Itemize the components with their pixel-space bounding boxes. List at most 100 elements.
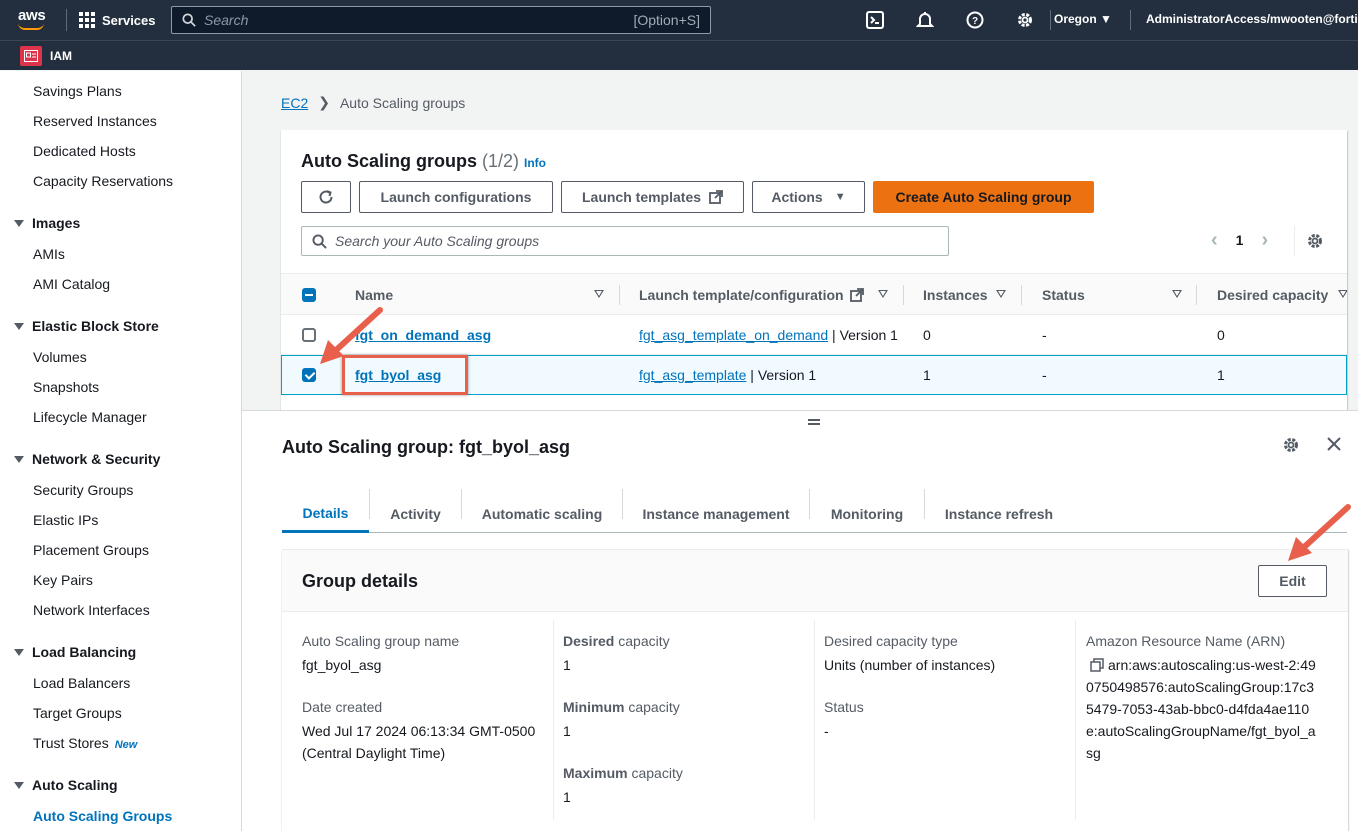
detail-title: Auto Scaling group: fgt_byol_asg xyxy=(282,437,571,457)
region-label: Oregon xyxy=(1054,12,1097,26)
launch-templates-button[interactable]: Launch templates xyxy=(561,181,744,213)
region-selector[interactable]: Oregon ▼ xyxy=(1054,12,1112,26)
sidebar-item-savings-plans[interactable]: Savings Plans xyxy=(33,83,122,99)
sidebar-item-label: Trust Stores xyxy=(33,735,109,751)
sidebar-item-load-balancers[interactable]: Load Balancers xyxy=(33,675,130,691)
help-button[interactable]: ? xyxy=(950,0,1000,40)
column-header-instances[interactable]: Instances xyxy=(923,287,988,303)
sidebar-item-reserved-instances[interactable]: Reserved Instances xyxy=(33,113,157,129)
breadcrumb-ec2-link[interactable]: EC2 xyxy=(281,95,308,111)
panel-title: Auto Scaling groups (1/2) xyxy=(301,151,520,171)
section-title: Elastic Block Store xyxy=(32,318,159,334)
chevron-left-icon[interactable]: ‹ xyxy=(1211,230,1218,250)
resize-handle[interactable] xyxy=(808,419,820,425)
refresh-button[interactable] xyxy=(301,181,351,213)
status-value: - xyxy=(824,723,829,739)
sidebar-item-capacity-reservations[interactable]: Capacity Reservations xyxy=(33,173,173,189)
arn-value: arn:aws:autoscaling:us-west-2:49 0750498… xyxy=(1086,657,1316,761)
column-header-status[interactable]: Status xyxy=(1042,287,1085,303)
help-icon: ? xyxy=(966,11,984,29)
group-details-container: Group details Edit Auto Scaling group na… xyxy=(282,549,1348,831)
caret-down-icon xyxy=(14,322,24,330)
sidebar-section-ebs[interactable]: Elastic Block Store xyxy=(14,318,159,334)
asg-search-input[interactable]: Search your Auto Scaling groups xyxy=(301,226,949,256)
breadcrumb-current: Auto Scaling groups xyxy=(339,94,466,111)
sort-icon[interactable] xyxy=(878,290,888,298)
sidebar-item-trust-stores[interactable]: Trust Stores New xyxy=(33,735,137,751)
column-header-name[interactable]: Name xyxy=(355,287,393,303)
sidebar-item-amis[interactable]: AMIs xyxy=(33,246,65,262)
close-split-panel-button[interactable] xyxy=(1326,436,1342,455)
notifications-button[interactable] xyxy=(900,0,950,40)
launch-template-link[interactable]: fgt_asg_template xyxy=(639,367,746,383)
sidebar-section-auto-scaling[interactable]: Auto Scaling xyxy=(14,777,118,793)
sidebar-item-elastic-ips[interactable]: Elastic IPs xyxy=(33,512,98,528)
pagination: ‹ 1 › xyxy=(1211,230,1268,250)
settings-button[interactable] xyxy=(1000,0,1050,40)
sidebar-item-auto-scaling-groups[interactable]: Auto Scaling Groups xyxy=(33,808,172,824)
sidebar-item-key-pairs[interactable]: Key Pairs xyxy=(33,572,93,588)
row-checkbox[interactable] xyxy=(302,368,316,382)
sidebar-item-dedicated-hosts[interactable]: Dedicated Hosts xyxy=(33,143,136,159)
date-created-value: Wed Jul 17 2024 06:13:34 GMT-0500 (Centra… xyxy=(302,723,536,761)
iam-favorite-link[interactable]: IAM xyxy=(50,49,72,63)
annotation-arrow-icon xyxy=(1288,504,1351,561)
cloudshell-button[interactable] xyxy=(850,0,900,40)
account-menu[interactable]: AdministratorAccess/mwooten@fortin xyxy=(1146,12,1358,26)
selection-count: (1/2) xyxy=(482,151,520,171)
sidebar-item-security-groups[interactable]: Security Groups xyxy=(33,482,133,498)
instances-cell: 1 xyxy=(923,367,931,383)
launch-configurations-button[interactable]: Launch configurations xyxy=(359,181,553,213)
split-panel-preferences-button[interactable] xyxy=(1282,436,1300,457)
favorites-bar: IAM xyxy=(0,40,1358,70)
create-auto-scaling-group-button[interactable]: Create Auto Scaling group xyxy=(873,181,1094,213)
maximum-capacity-value: 1 xyxy=(563,789,571,805)
sort-icon[interactable] xyxy=(1172,290,1182,298)
column-header-launch-template[interactable]: Launch template/configuration xyxy=(639,287,844,303)
tab-instance-refresh[interactable]: Instance refresh xyxy=(925,495,1073,533)
sidebar-section-network-security[interactable]: Network & Security xyxy=(14,451,160,467)
table-row[interactable]: fgt_on_demand_asg fgt_asg_template_on_de… xyxy=(281,315,1347,355)
info-link[interactable]: Info xyxy=(524,156,546,170)
tab-instance-management[interactable]: Instance management xyxy=(623,495,809,533)
services-menu-button[interactable]: Services xyxy=(79,12,156,28)
sidebar-section-load-balancing[interactable]: Load Balancing xyxy=(14,644,136,660)
select-all-checkbox[interactable] xyxy=(302,288,316,302)
sidebar-section-images[interactable]: Images xyxy=(14,215,80,231)
sidebar-item-ami-catalog[interactable]: AMI Catalog xyxy=(33,276,110,292)
sidebar-item-lifecycle-manager[interactable]: Lifecycle Manager xyxy=(33,409,147,425)
chevron-right-icon[interactable]: › xyxy=(1261,230,1268,250)
iam-service-icon[interactable] xyxy=(20,45,42,66)
aws-logo-text: aws xyxy=(18,7,46,24)
instances-cell: 0 xyxy=(923,327,931,343)
row-checkbox[interactable] xyxy=(302,328,316,342)
tab-automatic-scaling[interactable]: Automatic scaling xyxy=(462,495,622,533)
sort-icon[interactable] xyxy=(594,290,604,298)
sort-icon[interactable] xyxy=(1338,290,1347,298)
desired-capacity-type-label: Desired capacity type xyxy=(824,633,958,649)
caret-down-icon xyxy=(14,781,24,789)
sidebar-item-snapshots[interactable]: Snapshots xyxy=(33,379,99,395)
table-preferences-button[interactable] xyxy=(1306,232,1324,253)
tab-monitoring[interactable]: Monitoring xyxy=(810,495,924,533)
actions-dropdown-button[interactable]: Actions ▼ xyxy=(752,181,865,213)
grid-icon xyxy=(79,12,95,28)
tab-details[interactable]: Details xyxy=(282,495,369,533)
sort-icon[interactable] xyxy=(996,290,1006,298)
launch-template-link[interactable]: fgt_asg_template_on_demand xyxy=(639,327,828,343)
section-title: Network & Security xyxy=(32,451,161,467)
edit-button[interactable]: Edit xyxy=(1258,565,1327,597)
sidebar-item-network-interfaces[interactable]: Network Interfaces xyxy=(33,602,150,618)
status-cell: - xyxy=(1042,367,1047,383)
aws-logo[interactable]: aws xyxy=(18,7,52,30)
split-panel: Auto Scaling group: fgt_byol_asg Details… xyxy=(242,410,1358,831)
column-header-desired-capacity[interactable]: Desired capacity xyxy=(1217,287,1328,303)
global-search-input[interactable]: Search [Option+S] xyxy=(171,6,711,34)
sidebar-item-volumes[interactable]: Volumes xyxy=(33,349,87,365)
desired-capacity-label: Desired capacity xyxy=(563,633,670,649)
page-number[interactable]: 1 xyxy=(1236,232,1244,248)
sidebar-item-placement-groups[interactable]: Placement Groups xyxy=(33,542,149,558)
ec2-sidebar: Savings Plans Reserved Instances Dedicat… xyxy=(0,71,242,831)
sidebar-item-target-groups[interactable]: Target Groups xyxy=(33,705,122,721)
tab-activity[interactable]: Activity xyxy=(370,495,461,533)
